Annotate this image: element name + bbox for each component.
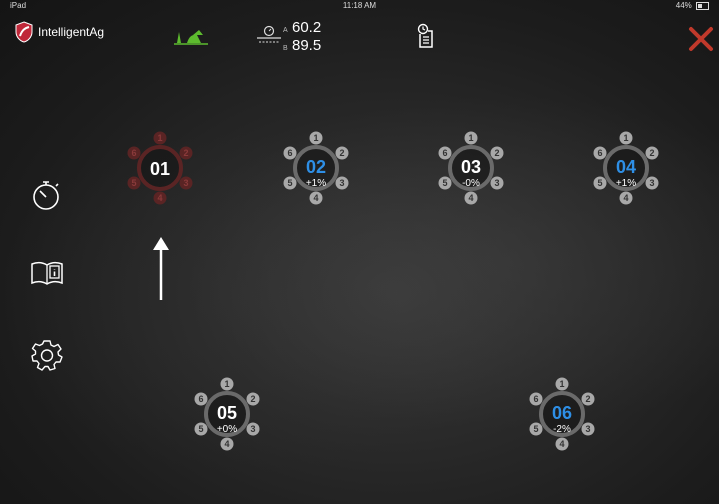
reading-a-value: 60.2 xyxy=(292,19,322,36)
reading-b-value: 89.5 xyxy=(292,37,322,54)
brand-name: IntelligentAg xyxy=(38,25,105,39)
nozzle-number: 1 xyxy=(623,133,628,143)
group-percent: -0% xyxy=(462,178,480,189)
stopwatch-icon[interactable] xyxy=(30,178,64,212)
manual-book-icon[interactable] xyxy=(30,256,64,290)
nozzle-number: 1 xyxy=(468,133,473,143)
battery-indicator: 44% xyxy=(676,1,709,10)
status-bar: iPad 11:18 AM 44% xyxy=(0,0,719,12)
nozzle-group-05[interactable]: 1 2 3 4 5 6 05 +0% xyxy=(187,374,267,454)
brand-logo-icon xyxy=(15,21,33,43)
nozzle-number: 2 xyxy=(183,148,188,158)
battery-percent: 44% xyxy=(675,1,692,10)
background-image xyxy=(0,0,719,504)
nozzle-number: 4 xyxy=(468,193,473,203)
up-arrow-indicator xyxy=(153,237,169,300)
group-number: 04 xyxy=(615,157,637,177)
nozzle-number: 4 xyxy=(559,439,564,449)
nozzle-number: 4 xyxy=(623,193,628,203)
nozzle-number: 1 xyxy=(224,379,229,389)
nozzle-number: 1 xyxy=(313,133,318,143)
group-number: 01 xyxy=(149,159,171,179)
battery-icon xyxy=(696,1,709,10)
nozzle-number: 6 xyxy=(131,148,136,158)
close-icon[interactable] xyxy=(688,26,714,52)
reading-a: A 60.2 xyxy=(283,20,321,38)
gear-icon[interactable] xyxy=(30,338,64,372)
nozzle-group-04[interactable]: 1 2 3 4 5 6 04 +1% xyxy=(586,128,666,208)
nozzle-number: 4 xyxy=(313,193,318,203)
speed-sensor-icon[interactable] xyxy=(256,24,282,46)
group-number: 03 xyxy=(460,157,482,177)
reading-b-label: B xyxy=(283,45,288,52)
nozzle-number: 1 xyxy=(559,379,564,389)
nozzle-number: 4 xyxy=(224,439,229,449)
status-time: 11:18 AM xyxy=(342,1,377,10)
group-percent: +1% xyxy=(615,178,637,189)
group-number: 06 xyxy=(551,403,573,423)
brand: IntelligentAg xyxy=(14,20,104,44)
nozzle-group-03[interactable]: 1 2 3 4 5 6 03 -0% xyxy=(431,128,511,208)
group-number: 05 xyxy=(216,403,238,423)
reading-b: B 89.5 xyxy=(283,38,321,56)
group-percent: -2% xyxy=(553,424,571,435)
nozzle-number: 4 xyxy=(157,193,162,203)
tractor-implement-icon[interactable] xyxy=(171,26,211,46)
reading-a-label: A xyxy=(283,27,288,34)
nozzle-group-06[interactable]: 1 2 3 4 5 6 06 -2% xyxy=(522,374,602,454)
nozzle-group-02[interactable]: 1 2 3 4 5 6 02 +1% xyxy=(276,128,356,208)
group-number: 02 xyxy=(305,157,327,177)
nozzle-number: 1 xyxy=(157,133,162,143)
nozzle-group-01[interactable]: 1 2 3 4 5 6 01 xyxy=(120,128,200,208)
group-percent: +1% xyxy=(305,178,327,189)
group-percent: +0% xyxy=(216,424,238,435)
report-clipboard-icon[interactable] xyxy=(417,23,435,49)
speed-readings: A 60.2 B 89.5 xyxy=(283,20,321,56)
